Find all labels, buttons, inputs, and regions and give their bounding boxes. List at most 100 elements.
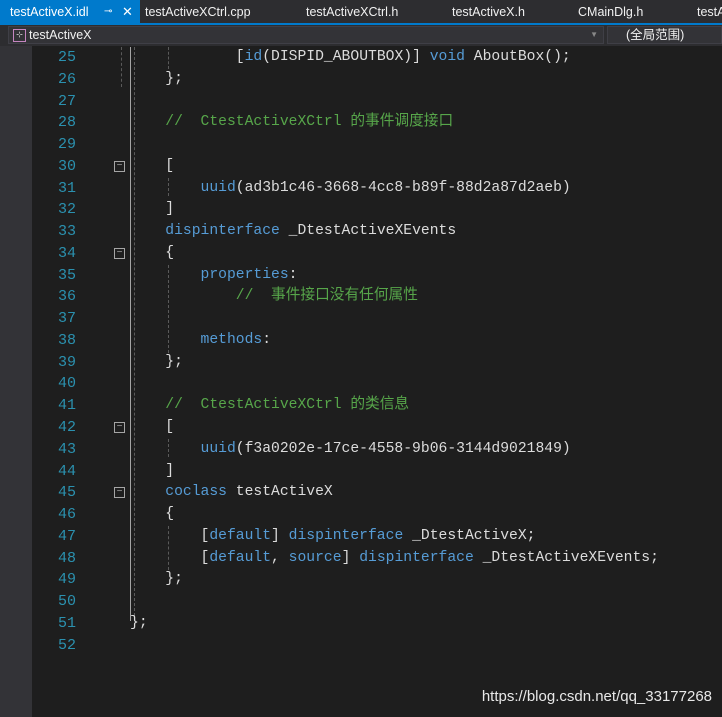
code-line[interactable]: 29 — [32, 134, 722, 156]
code-token: [ — [130, 49, 245, 65]
code-token: : — [262, 331, 272, 348]
code-token: [ — [130, 527, 210, 544]
code-token: [ — [130, 549, 210, 566]
code-text: }; — [130, 352, 183, 374]
keyword-token: void — [429, 49, 465, 65]
code-text: ] — [130, 461, 174, 483]
code-token: , — [271, 549, 289, 566]
code-line[interactable]: 34 − { — [32, 243, 722, 265]
tab-cmaindlg-h[interactable]: CMainDlg.h — [578, 0, 643, 23]
line-number: 27 — [57, 92, 76, 110]
code-text: uuid(f3a0202e-17ce-4558-9b06-3144d902184… — [130, 439, 571, 461]
code-line[interactable]: 30 − [ — [32, 156, 722, 178]
code-line[interactable]: 43 uuid(f3a0202e-17ce-4558-9b06-3144d902… — [32, 439, 722, 461]
code-line[interactable]: 37 — [32, 308, 722, 330]
line-number: 37 — [57, 310, 76, 328]
code-token: (f3a0202e-17ce-4558-9b06-3144d9021849) — [235, 440, 571, 457]
code-text: // CtestActiveXCtrl 的类信息 — [130, 395, 409, 417]
navigation-bar: ⊹ testActiveX ▼ (全局范围) — [0, 25, 722, 46]
line-number: 32 — [57, 201, 76, 219]
line-number: 44 — [57, 462, 76, 480]
tab-testactivexctrl-h[interactable]: testActiveXCtrl.h — [306, 0, 398, 23]
code-text: methods: — [130, 330, 272, 352]
code-token: }; — [130, 353, 183, 370]
pin-icon[interactable]: ⊸ — [104, 0, 112, 24]
code-line[interactable]: 44 ] — [32, 461, 722, 483]
line-number: 51 — [57, 614, 76, 632]
code-text: uuid(ad3b1c46-3668-4cc8-b89f-88d2a87d2ae… — [130, 178, 571, 200]
code-text: // CtestActiveXCtrl 的事件调度接口 — [130, 112, 453, 134]
code-token: _DtestActiveX; — [403, 527, 536, 544]
code-text: { — [130, 504, 174, 526]
code-line[interactable]: 26 }; — [32, 69, 722, 91]
tab-testactivexctrl-cpp[interactable]: testActiveXCtrl.cpp — [145, 0, 251, 23]
code-line[interactable]: 25 [id(DISPID_ABOUTBOX)] void AboutBox()… — [32, 47, 722, 69]
keyword-token: default — [209, 549, 272, 566]
collapse-icon[interactable]: − — [114, 422, 125, 434]
code-line[interactable]: 47 [default] dispinterface _DtestActiveX… — [32, 526, 722, 548]
code-token: _DtestActiveXEvents; — [473, 549, 659, 566]
code-line[interactable]: 50 — [32, 591, 722, 613]
code-line[interactable]: 35 properties: — [32, 265, 722, 287]
code-line[interactable]: 38 methods: — [32, 330, 722, 352]
close-icon[interactable]: ✕ — [122, 0, 133, 24]
line-number: 45 — [57, 484, 76, 502]
line-number: 46 — [57, 506, 76, 524]
line-number: 25 — [57, 49, 76, 66]
code-editor[interactable]: 25 [id(DISPID_ABOUTBOX)] void AboutBox()… — [32, 47, 722, 656]
code-token: { — [130, 506, 175, 523]
line-number: 38 — [57, 331, 76, 349]
code-token: testActiveX — [226, 484, 333, 501]
line-number: 33 — [57, 223, 76, 241]
code-line[interactable]: 49 }; — [32, 569, 722, 591]
project-dropdown[interactable]: ⊹ testActiveX ▼ — [8, 26, 604, 44]
code-token: ] — [130, 201, 175, 218]
code-line[interactable]: 36 // 事件接口没有任何属性 — [32, 286, 722, 308]
code-text: ] — [130, 199, 174, 221]
code-line[interactable]: 46 { — [32, 504, 722, 526]
line-number: 30 — [57, 157, 76, 175]
line-number: 40 — [57, 375, 76, 393]
code-line[interactable]: 45 − coclass testActiveX — [32, 482, 722, 504]
code-text: { — [130, 243, 174, 265]
tab-overflow[interactable]: testA — [697, 0, 722, 23]
code-token: ] — [271, 527, 289, 544]
collapse-icon[interactable]: − — [114, 487, 125, 499]
collapse-icon[interactable]: − — [114, 247, 125, 259]
code-line[interactable]: 27 — [32, 91, 722, 113]
code-token: [ — [130, 419, 175, 436]
tab-testactivex-h[interactable]: testActiveX.h — [452, 0, 525, 23]
keyword-token: source — [288, 549, 342, 566]
code-line[interactable]: 52 — [32, 635, 722, 657]
code-text: }; — [130, 613, 148, 635]
code-line[interactable]: 32 ] — [32, 199, 722, 221]
code-line[interactable]: 33 dispinterface _DtestActiveXEvents — [32, 221, 722, 243]
line-number: 47 — [57, 527, 76, 545]
keyword-token: default — [209, 527, 272, 544]
code-line[interactable]: 39 }; — [32, 352, 722, 374]
tab-testactivex-idl[interactable]: testActiveX.idl ⊸ ✕ — [0, 0, 140, 23]
code-token: }; — [130, 70, 183, 87]
code-token: { — [130, 244, 175, 261]
code-text: [ — [130, 417, 174, 439]
code-line[interactable]: 48 [default, source] dispinterface _Dtes… — [32, 548, 722, 570]
code-line[interactable]: 28 // CtestActiveXCtrl 的事件调度接口 — [32, 112, 722, 134]
collapse-icon[interactable]: − — [114, 160, 125, 172]
code-token: (DISPID_ABOUTBOX)] — [262, 49, 430, 65]
scope-dropdown[interactable]: (全局范围) — [607, 26, 722, 44]
code-line[interactable]: 31 uuid(ad3b1c46-3668-4cc8-b89f-88d2a87d… — [32, 178, 722, 200]
keyword-token: properties — [200, 266, 289, 283]
tab-label: testActiveX.idl — [10, 5, 89, 19]
code-line[interactable]: 51}; — [32, 613, 722, 635]
code-line[interactable]: 40 — [32, 373, 722, 395]
code-line[interactable]: 41 // CtestActiveXCtrl 的类信息 — [32, 395, 722, 417]
code-text: [default, source] dispinterface _DtestAc… — [130, 548, 659, 570]
code-line[interactable]: 42 − [ — [32, 417, 722, 439]
keyword-token: dispinterface — [288, 527, 404, 544]
